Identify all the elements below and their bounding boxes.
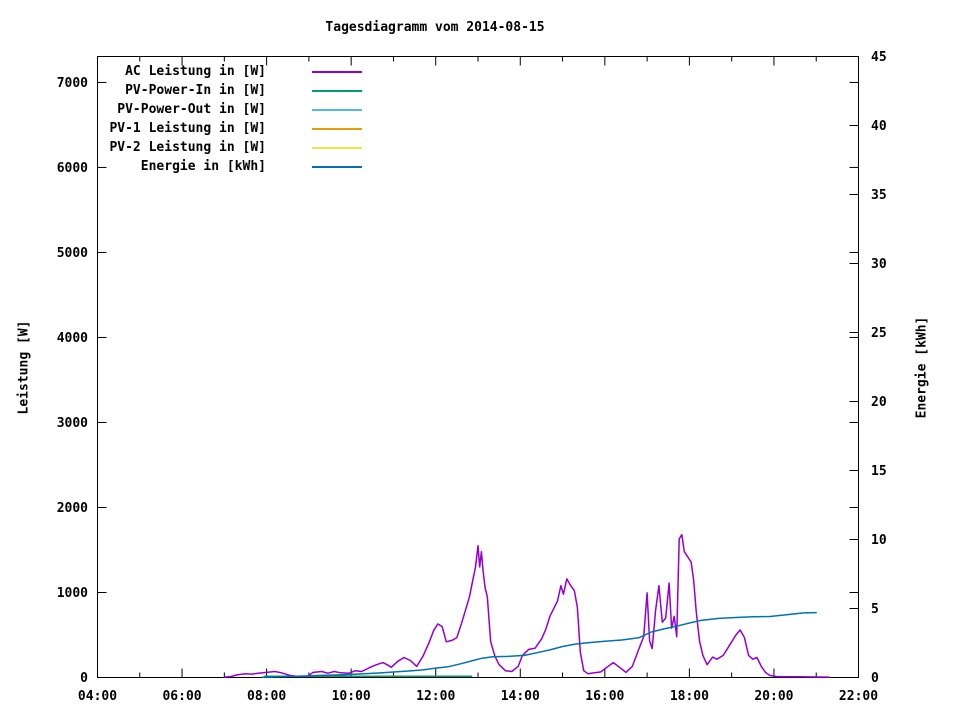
legend-label: PV-Power-Out in [W] — [117, 102, 266, 117]
y-right-tick-label: 20 — [871, 395, 887, 410]
legend-label: Energie in [kWh] — [140, 159, 266, 174]
x-tick-label: 10:00 — [332, 689, 371, 704]
x-tick-label: 20:00 — [754, 689, 793, 704]
legend-label: PV-2 Leistung in [W] — [109, 140, 266, 155]
legend-label: PV-1 Leistung in [W] — [109, 121, 266, 136]
legend-item-pv-power-in: PV-Power-In in [W] — [90, 81, 362, 100]
y-right-tick-label: 0 — [871, 671, 879, 686]
x-tick-label: 08:00 — [247, 689, 286, 704]
y-right-tick-label: 5 — [871, 602, 879, 617]
chart-canvas: Tagesdiagramm vom 2014-08-15 Leistung [W… — [0, 0, 960, 720]
x-tick-label: 18:00 — [670, 689, 709, 704]
legend-line-sample — [312, 146, 362, 149]
legend-line-sample — [312, 89, 362, 92]
legend-item-pv2-leistung: PV-2 Leistung in [W] — [90, 138, 362, 157]
y-left-tick-label: 7000 — [57, 76, 88, 91]
legend-line-sample — [312, 165, 362, 168]
legend-item-energie: Energie in [kWh] — [90, 157, 362, 176]
legend-item-ac-leistung: AC Leistung in [W] — [90, 62, 362, 81]
y-right-tick-label: 35 — [871, 188, 887, 203]
y-right-tick-label: 45 — [871, 50, 887, 65]
y-right-tick-label: 40 — [871, 119, 887, 134]
legend-item-pv1-leistung: PV-1 Leistung in [W] — [90, 119, 362, 138]
y-left-tick-label: 5000 — [57, 246, 88, 261]
series-line-ac-leistung-in-w — [223, 533, 830, 678]
legend: AC Leistung in [W] PV-Power-In in [W] PV… — [90, 62, 362, 176]
x-tick-label: 14:00 — [501, 689, 540, 704]
x-tick-label: 06:00 — [162, 689, 201, 704]
y-right-tick-label: 15 — [871, 464, 887, 479]
legend-line-sample — [312, 108, 362, 111]
legend-line-sample — [312, 70, 362, 73]
y-left-tick-label: 2000 — [57, 501, 88, 516]
legend-label: AC Leistung in [W] — [125, 64, 266, 79]
x-tick-label: 04:00 — [78, 689, 117, 704]
y-left-tick-label: 6000 — [57, 161, 88, 176]
y-left-tick-label: 4000 — [57, 331, 88, 346]
legend-label: PV-Power-In in [W] — [125, 83, 266, 98]
legend-item-pv-power-out: PV-Power-Out in [W] — [90, 100, 362, 119]
y-right-tick-label: 25 — [871, 326, 887, 341]
x-tick-label: 16:00 — [585, 689, 624, 704]
y-right-tick-label: 10 — [871, 533, 887, 548]
x-tick-label: 22:00 — [839, 689, 878, 704]
y-left-tick-label: 0 — [80, 671, 88, 686]
y-left-tick-label: 1000 — [57, 586, 88, 601]
series-line-energie-in-kwh — [261, 611, 817, 678]
y-left-tick-label: 3000 — [57, 416, 88, 431]
y-right-tick-label: 30 — [871, 257, 887, 272]
legend-line-sample — [312, 127, 362, 130]
x-tick-label: 12:00 — [416, 689, 455, 704]
